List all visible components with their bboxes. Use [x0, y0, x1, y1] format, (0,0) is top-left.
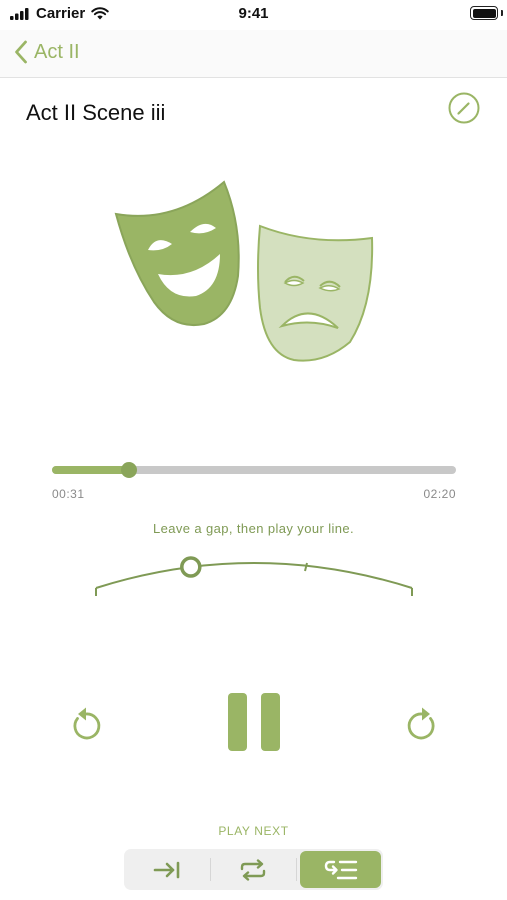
status-bar: Carrier 9:41	[0, 0, 507, 30]
play-next-option-queue[interactable]	[300, 851, 381, 888]
repeat-icon	[240, 858, 266, 881]
playback-progress-slider[interactable]	[52, 462, 456, 478]
gap-hint: Leave a gap, then play your line.	[152, 521, 355, 536]
status-time: 9:41	[238, 5, 269, 22]
theatre-masks-icon	[114, 180, 374, 362]
play-next-option-repeat[interactable]	[212, 851, 294, 888]
elapsed-time: 00:31	[52, 487, 85, 501]
gap-arc-track	[95, 562, 413, 589]
comedy-mask	[114, 180, 240, 326]
forward-icon[interactable]	[405, 706, 439, 742]
pause-icon	[228, 693, 280, 751]
back-button[interactable]: Act II	[14, 40, 80, 64]
gap-arc-slider[interactable]	[90, 548, 418, 602]
total-time: 02:20	[423, 487, 456, 501]
page-title: Act II Scene iii	[26, 100, 166, 125]
pause-button[interactable]	[228, 693, 280, 751]
back-button-label: Act II	[34, 40, 80, 63]
chevron-left-icon	[15, 40, 27, 64]
progress-knob[interactable]	[121, 462, 137, 478]
rewind-icon[interactable]	[69, 706, 103, 742]
arc-tick-mid	[304, 562, 308, 572]
progress-fill	[52, 466, 129, 474]
play-next-label: PLAY NEXT	[218, 824, 289, 838]
play-next-segmented-control	[124, 849, 383, 890]
gap-knob[interactable]	[180, 556, 202, 578]
battery-icon	[470, 6, 498, 20]
navigation-bar: Act II	[0, 30, 507, 78]
queue-return-icon	[324, 860, 357, 879]
play-next-option-skip[interactable]	[126, 851, 208, 888]
skip-to-end-icon	[153, 861, 180, 878]
pencil-circle-icon[interactable]	[448, 92, 480, 124]
tragedy-mask	[257, 224, 374, 362]
